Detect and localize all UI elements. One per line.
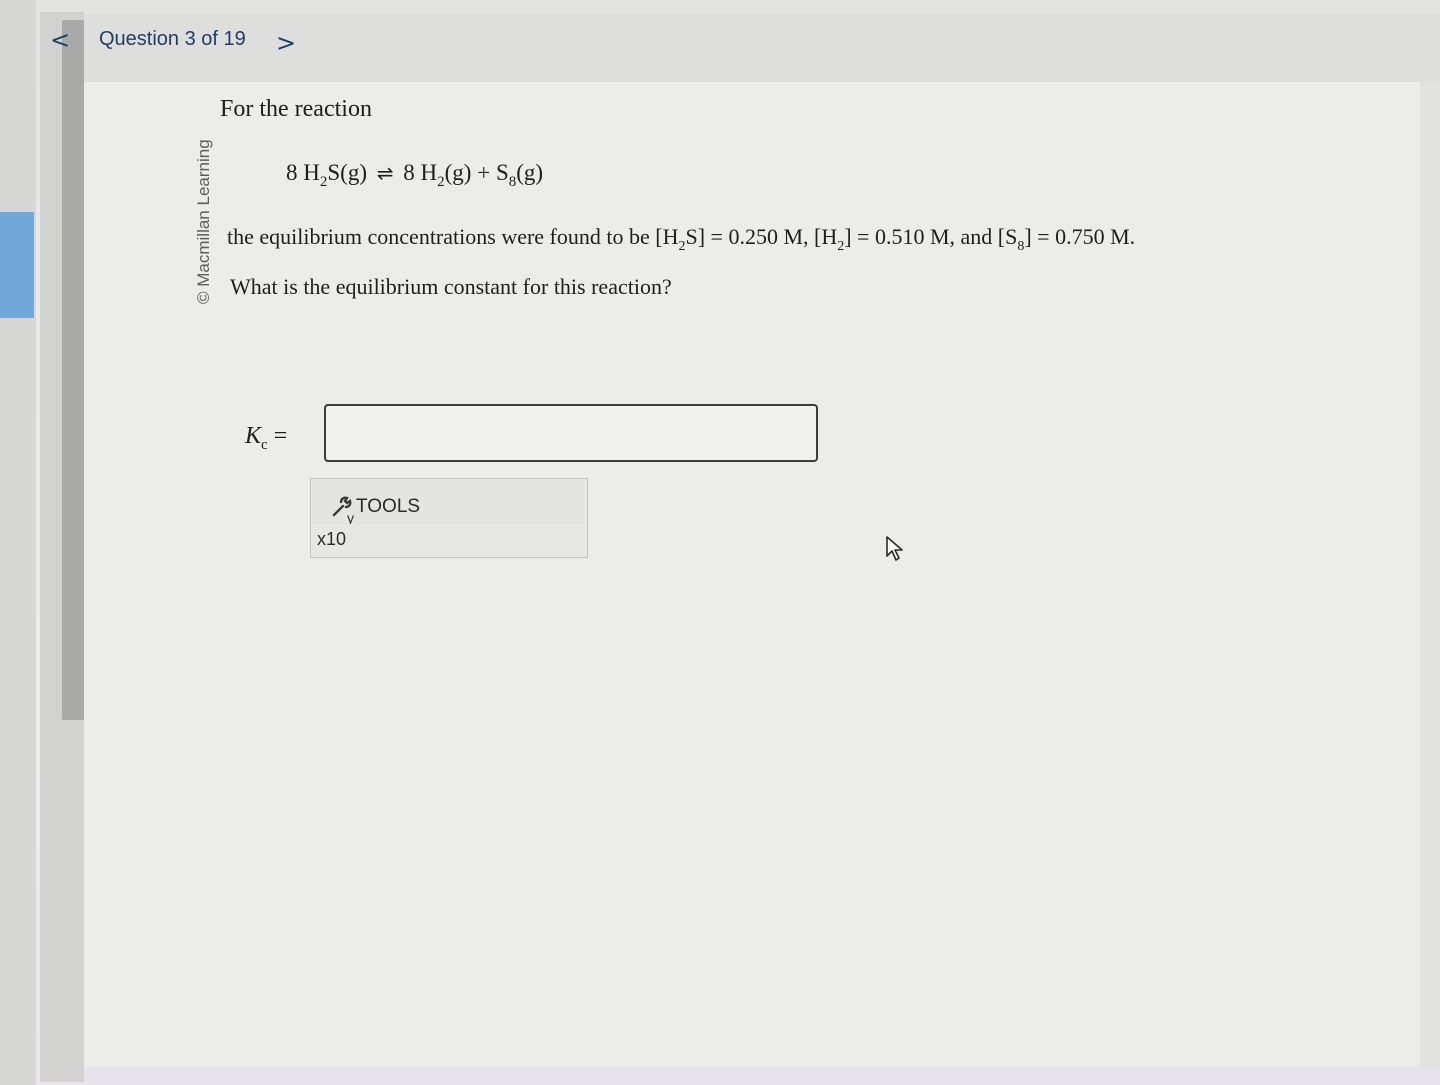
right-edge <box>1420 82 1440 1085</box>
chevron-right-icon[interactable]: > <box>276 29 300 59</box>
chevron-left-icon[interactable]: < <box>50 26 74 56</box>
kc-label: Kc = <box>245 423 287 454</box>
s8-value: ] = 0.750 M. <box>1024 224 1136 249</box>
h2-value: ] = 0.510 M, and [S <box>844 224 1018 249</box>
rhs1-coefficient: 8 <box>403 160 415 185</box>
scrollbar-thumb[interactable] <box>62 20 84 720</box>
question-text: What is the equilibrium constant for thi… <box>230 274 672 299</box>
reaction-equation: 8 H2S(g) ⇌ 8 H2(g) + S8(g) <box>286 160 543 191</box>
lhs-coefficient: 8 <box>286 160 298 185</box>
copyright-notice: © Macmillan Learning <box>194 139 213 304</box>
h2s-value: S] = 0.250 M, [H <box>685 224 838 249</box>
rhs2-rest: (g) <box>516 160 544 185</box>
rhs2-species: S <box>495 160 509 185</box>
lhs-rest: S(g) <box>327 160 367 185</box>
kc-subscript: c <box>261 437 268 453</box>
lhs-species: H <box>303 160 320 185</box>
mouse-pointer-icon <box>886 536 903 561</box>
times-ten-button[interactable]: x10 <box>317 529 346 550</box>
kc-equals: = <box>273 423 288 449</box>
equilibrium-arrow-icon: ⇌ <box>376 161 394 185</box>
bottom-edge <box>84 1067 1440 1085</box>
problem-intro: For the reaction <box>220 96 372 122</box>
kc-answer-input[interactable] <box>324 404 818 462</box>
svg-text:y: y <box>347 510 354 524</box>
left-edge <box>0 0 36 1085</box>
left-accent-tab[interactable] <box>0 212 34 318</box>
concentrations-text: the equilibrium concentrations were foun… <box>227 224 1135 255</box>
rhs1-subscript: 2 <box>437 174 445 190</box>
question-counter: Question 3 of 19 <box>99 28 246 50</box>
tools-label[interactable]: TOOLS <box>356 496 420 518</box>
rhs1-rest: (g) <box>444 160 472 185</box>
conc-prefix: the equilibrium concentrations were foun… <box>227 224 679 249</box>
plus-sign: + <box>477 160 491 185</box>
kc-symbol: K <box>245 423 262 449</box>
rhs1-species: H <box>420 160 438 185</box>
